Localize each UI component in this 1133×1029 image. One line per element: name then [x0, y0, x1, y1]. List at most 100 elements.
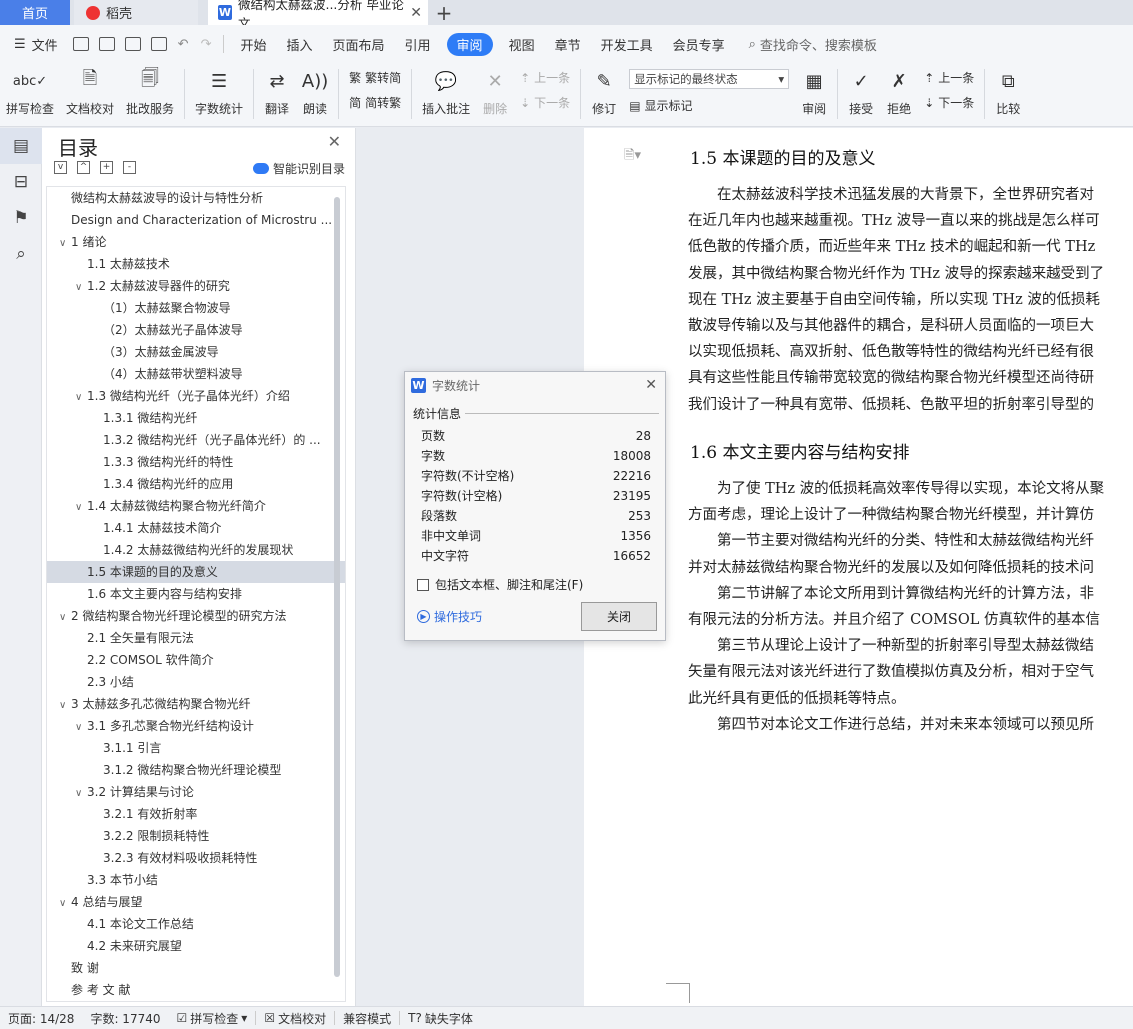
prev-change-button[interactable]: ⇡ 上一条 [924, 69, 974, 86]
menu-developer[interactable]: 开发工具 [591, 35, 663, 54]
toc-scrollbar[interactable] [334, 197, 340, 977]
toc-item[interactable]: ∨ 3 太赫兹多孔芯微结构聚合物光纤 [47, 693, 345, 715]
accept-button[interactable]: ✓ 接受 [842, 63, 880, 117]
doc-proof-button[interactable]: 🗎 文档校对 [60, 63, 120, 117]
reject-button[interactable]: ✗ 拒绝 [880, 63, 918, 117]
document-page[interactable]: 🗎▾ 1.5 本课题的目的及意义 在太赫兹波科学技术迅猛发展的大背景下，全世界研… [584, 128, 1133, 1006]
toc-item[interactable]: 1.3.3 微结构光纤的特性 [47, 451, 345, 473]
batch-service-button[interactable]: 🗐 批改服务 [120, 63, 180, 117]
toc-item[interactable]: 3.2.1 有效折射率 [47, 803, 345, 825]
chevron-down-icon[interactable]: ∨ [59, 607, 71, 627]
toc-item[interactable]: ∨ 1 绪论 [47, 231, 345, 253]
insert-comment-button[interactable]: 💬 插入批注 [416, 63, 476, 117]
compare-button[interactable]: ⧉ 比较 [989, 63, 1027, 117]
menu-start[interactable]: 开始 [230, 35, 276, 54]
spell-check-status[interactable]: ☑ 拼写检查 ▾ [169, 1010, 256, 1027]
chevron-down-icon[interactable]: ∨ [75, 497, 87, 517]
tab-home[interactable]: 首页 [0, 0, 70, 25]
toc-item[interactable]: Design and Characterization of Microstru… [47, 209, 345, 231]
expand-all-icon[interactable]: v [54, 161, 67, 174]
close-button[interactable]: 关闭 [581, 602, 657, 631]
toc-item[interactable]: 致 谢 [47, 957, 345, 979]
save-icon[interactable] [72, 37, 89, 51]
toc-panel-icon[interactable]: ▤ [0, 128, 42, 164]
toc-item[interactable]: 1.4.2 太赫兹微结构光纤的发展现状 [47, 539, 345, 561]
toc-item[interactable]: 1.3.1 微结构光纤 [47, 407, 345, 429]
toc-item[interactable]: ∨ 1.3 微结构光纤（光子晶体光纤）介绍 [47, 385, 345, 407]
review-pane-button[interactable]: ▦ 审阅 [795, 63, 833, 117]
toc-item[interactable]: （4）太赫兹带状塑料波导 [47, 363, 345, 385]
show-markup-button[interactable]: ▤ 显示标记 [629, 97, 789, 114]
toc-item[interactable]: 2.2 COMSOL 软件简介 [47, 649, 345, 671]
toc-item[interactable]: 1.6 本文主要内容与结构安排 [47, 583, 345, 605]
export-pdf-icon[interactable] [98, 37, 115, 51]
add-heading-icon[interactable]: + [100, 161, 113, 174]
page-indicator[interactable]: 页面: 14/28 [0, 1010, 82, 1027]
prev-comment-button[interactable]: ⇡ 上一条 [520, 69, 570, 86]
menu-member[interactable]: 会员专享 [663, 35, 735, 54]
close-icon[interactable]: ✕ [328, 132, 341, 151]
word-count-indicator[interactable]: 字数: 17740 [82, 1010, 168, 1027]
close-icon[interactable]: ✕ [645, 377, 657, 393]
toc-item[interactable]: 3.2.3 有效材料吸收损耗特性 [47, 847, 345, 869]
simp-to-trad-button[interactable]: 简 简转繁 [349, 94, 401, 111]
read-aloud-button[interactable]: A)) 朗读 [296, 63, 334, 117]
missing-font-status[interactable]: T? 缺失字体 [400, 1010, 481, 1027]
next-change-button[interactable]: ⇣ 下一条 [924, 94, 974, 111]
toc-item[interactable]: （3）太赫兹金属波导 [47, 341, 345, 363]
toc-item[interactable]: ∨ 3.1 多孔芯聚合物光纤结构设计 [47, 715, 345, 737]
toc-item[interactable]: 3.1.2 微结构聚合物光纤理论模型 [47, 759, 345, 781]
print-icon[interactable] [124, 37, 141, 51]
chevron-down-icon[interactable]: ∨ [59, 893, 71, 913]
menu-file[interactable]: ☰ 文件 [0, 35, 68, 54]
toc-item[interactable]: 1.3.4 微结构光纤的应用 [47, 473, 345, 495]
word-count-button[interactable]: ☰ 字数统计 [189, 63, 249, 117]
smart-toc-button[interactable]: 智能识别目录 [252, 160, 345, 177]
menu-page-layout[interactable]: 页面布局 [323, 35, 395, 54]
menu-references[interactable]: 引用 [395, 35, 441, 54]
menu-review[interactable]: 审阅 [446, 32, 493, 56]
toc-item[interactable]: ∨ 2 微结构聚合物光纤理论模型的研究方法 [47, 605, 345, 627]
menu-chapter[interactable]: 章节 [545, 35, 591, 54]
undo-icon[interactable]: ↶ [178, 37, 189, 52]
chevron-down-icon[interactable]: ∨ [59, 233, 71, 253]
toc-item[interactable]: 1.3.2 微结构光纤（光子晶体光纤）的 ... [47, 429, 345, 451]
spell-check-button[interactable]: abc✓ 拼写检查 [0, 63, 60, 117]
toc-item[interactable]: ∨ 1.4 太赫兹微结构聚合物光纤简介 [47, 495, 345, 517]
trad-to-simp-button[interactable]: 繁 繁转简 [349, 69, 401, 86]
toc-item[interactable]: 3.2.2 限制损耗特性 [47, 825, 345, 847]
toc-item[interactable]: 4.2 未来研究展望 [47, 935, 345, 957]
close-icon[interactable]: ✕ [410, 5, 422, 21]
chevron-down-icon[interactable]: ∨ [59, 695, 71, 715]
toc-item[interactable]: 2.3 小结 [47, 671, 345, 693]
toc-item[interactable]: 1.5 本课题的目的及意义 [47, 561, 345, 583]
include-textbox-checkbox[interactable]: 包括文本框、脚注和尾注(F) [417, 576, 583, 593]
checkbox-box[interactable] [417, 578, 429, 591]
menu-insert[interactable]: 插入 [277, 35, 323, 54]
toc-item[interactable]: 4.1 本论文工作总结 [47, 913, 345, 935]
doc-proof-status[interactable]: ☒ 文档校对 [256, 1010, 334, 1027]
menu-view[interactable]: 视图 [499, 35, 545, 54]
toc-item[interactable]: ∨ 4 总结与展望 [47, 891, 345, 913]
tab-document[interactable]: W 微结构太赫兹波...分析 毕业论文 ✕ [208, 0, 428, 31]
markup-state-select[interactable]: 显示标记的最终状态 ▾ [629, 69, 790, 89]
toc-item[interactable]: 3.3 本节小结 [47, 869, 345, 891]
toc-item[interactable]: ∨ 1.2 太赫兹波导器件的研究 [47, 275, 345, 297]
toc-item[interactable]: （1）太赫兹聚合物波导 [47, 297, 345, 319]
toc-item[interactable]: 1.4.1 太赫兹技术简介 [47, 517, 345, 539]
tab-daoke[interactable]: 稻壳 [74, 0, 198, 25]
chevron-down-icon[interactable]: ∨ [75, 277, 87, 297]
next-comment-button[interactable]: ⇣ 下一条 [520, 94, 570, 111]
toc-item[interactable]: 1.1 太赫兹技术 [47, 253, 345, 275]
chevron-down-icon[interactable]: ∨ [75, 387, 87, 407]
toc-item[interactable]: 参 考 文 献 [47, 979, 345, 1001]
toc-item[interactable]: 2.1 全矢量有限元法 [47, 627, 345, 649]
chevron-down-icon[interactable]: ∨ [75, 783, 87, 803]
redo-icon[interactable]: ↷ [201, 37, 212, 52]
toc-item[interactable]: 微结构太赫兹波导的设计与特性分析 [47, 187, 345, 209]
remove-heading-icon[interactable]: - [123, 161, 136, 174]
track-changes-button[interactable]: ✎ 修订 [585, 63, 623, 117]
toc-item[interactable]: （2）太赫兹光子晶体波导 [47, 319, 345, 341]
toc-item[interactable]: 3.1.1 引言 [47, 737, 345, 759]
translate-button[interactable]: ⇄ 翻译 [258, 63, 296, 117]
